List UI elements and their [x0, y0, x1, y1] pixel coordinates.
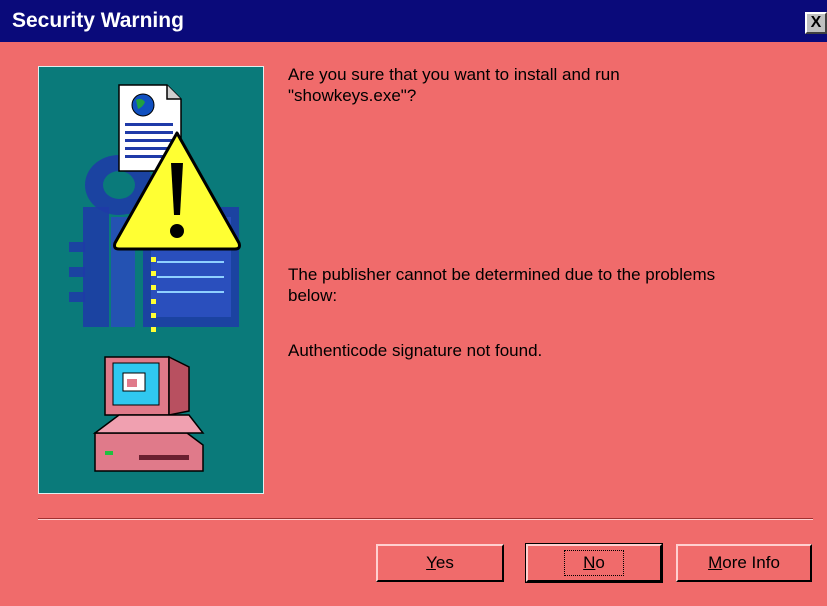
- publisher-message: The publisher cannot be determined due t…: [288, 264, 715, 306]
- more-info-button[interactable]: More Info: [676, 544, 812, 582]
- publisher-line-1: The publisher cannot be determined due t…: [288, 265, 716, 284]
- security-warning-dialog: Security Warning X Are you sure that you…: [0, 0, 827, 606]
- question-line-2: "showkeys.exe"?: [288, 86, 417, 105]
- question-line-1: Are you sure that you want to install an…: [288, 65, 620, 84]
- no-button-label: No: [564, 550, 624, 576]
- signature-message: Authenticode signature not found.: [288, 341, 543, 360]
- illustration-panel: [38, 66, 264, 494]
- more-info-button-label: More Info: [708, 553, 780, 572]
- close-button[interactable]: X: [805, 12, 827, 34]
- publisher-line-2: below:: [288, 286, 338, 305]
- divider: [38, 518, 813, 520]
- no-button[interactable]: No: [525, 543, 663, 583]
- window-title: Security Warning: [12, 9, 184, 32]
- yes-button-label: Yes: [426, 553, 454, 572]
- yes-button[interactable]: Yes: [376, 544, 504, 582]
- close-icon: X: [810, 14, 822, 31]
- security-illustration: [69, 84, 241, 472]
- computer-icon: [92, 355, 205, 472]
- title-bar[interactable]: Security Warning X: [0, 0, 827, 42]
- install-question: Are you sure that you want to install an…: [288, 64, 620, 106]
